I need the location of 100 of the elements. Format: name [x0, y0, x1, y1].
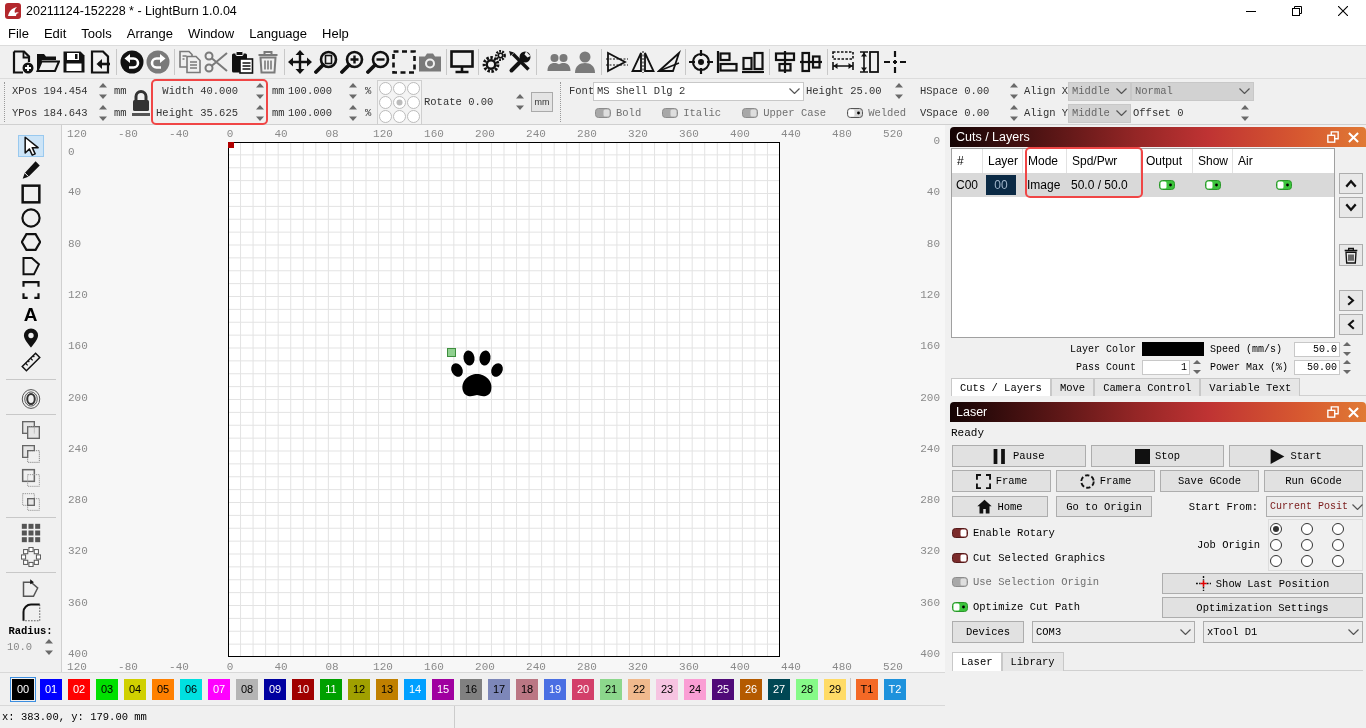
start-button[interactable]: Start: [1229, 445, 1363, 467]
crosshair-icon[interactable]: [689, 50, 713, 74]
layer-color-button[interactable]: 27: [768, 678, 790, 700]
layer-color-button[interactable]: 04: [124, 678, 146, 700]
radio-button[interactable]: [1332, 555, 1344, 567]
align-hcenter-icon[interactable]: [773, 50, 797, 74]
radio-button[interactable]: [1270, 555, 1282, 567]
pass-count-field[interactable]: 1: [1142, 359, 1190, 375]
frame-button[interactable]: Frame: [1056, 470, 1155, 492]
zoom-out-icon[interactable]: [366, 50, 390, 74]
monitor-icon[interactable]: [450, 50, 474, 74]
align-left-icon[interactable]: [715, 50, 739, 74]
clipboard-icon[interactable]: [230, 50, 254, 74]
layer-color-button[interactable]: 20: [572, 678, 594, 700]
layer-color-button[interactable]: 15: [432, 678, 454, 700]
panel-tab[interactable]: Move: [1050, 378, 1095, 396]
restore-icon[interactable]: [1292, 6, 1302, 16]
scale-field[interactable]: 100.000: [288, 107, 345, 119]
layer-color-button[interactable]: 24: [684, 678, 706, 700]
spin-arrows-icon[interactable]: [98, 105, 108, 121]
radio-button[interactable]: [1270, 523, 1282, 535]
radio-button[interactable]: [1270, 539, 1282, 551]
layer-color-button[interactable]: 05: [152, 678, 174, 700]
pointer-tool[interactable]: [17, 135, 44, 157]
spin-arrows-icon[interactable]: [348, 83, 358, 99]
frame-button[interactable]: Frame: [952, 470, 1051, 492]
chevron-left-button[interactable]: [1339, 314, 1363, 335]
float-icon[interactable]: [1327, 406, 1339, 418]
layer-color-button[interactable]: T1: [856, 678, 878, 700]
float-icon[interactable]: [1327, 131, 1339, 143]
layer-color-swatch[interactable]: [1142, 342, 1204, 356]
run-gcode-button[interactable]: Run GCode: [1264, 470, 1363, 492]
trash-button[interactable]: [1339, 244, 1363, 266]
home-button[interactable]: Home: [952, 496, 1048, 517]
size-field[interactable]: Height 35.625: [153, 107, 252, 119]
menu-item[interactable]: Window: [187, 26, 235, 41]
spin-arrows-icon[interactable]: [1192, 360, 1202, 374]
spin-arrows-icon[interactable]: [98, 83, 108, 99]
chevron-right-button[interactable]: [1339, 290, 1363, 311]
import-icon[interactable]: [88, 50, 112, 74]
text-height-field[interactable]: Height 25.00: [804, 85, 890, 97]
spacing-field[interactable]: HSpace 0.00: [908, 85, 1006, 97]
layer-color-button[interactable]: 29: [824, 678, 846, 700]
size-field[interactable]: Width 40.000: [153, 85, 252, 97]
skew-icon[interactable]: [657, 50, 681, 74]
layer-color-button[interactable]: 03: [96, 678, 118, 700]
go-to-origin-button[interactable]: Go to Origin: [1056, 496, 1152, 517]
panel-tab[interactable]: Library: [1001, 652, 1064, 671]
toggle-switch[interactable]: [1205, 180, 1221, 190]
distribute-v-icon[interactable]: [857, 50, 881, 74]
optimization-settings-button[interactable]: Optimization Settings: [1162, 597, 1363, 618]
spin-arrows-icon[interactable]: [1009, 105, 1019, 121]
panel-tab[interactable]: Cuts / Layers: [951, 378, 1051, 396]
handle-square-icon[interactable]: [447, 348, 456, 357]
layer-color-button[interactable]: 23: [656, 678, 678, 700]
font-dropdown[interactable]: MS Shell Dlg 2: [593, 81, 804, 101]
scissors-icon[interactable]: [204, 50, 228, 74]
radio-button[interactable]: [1332, 523, 1344, 535]
toggle-switch[interactable]: [1159, 180, 1175, 190]
person-icon[interactable]: [573, 50, 597, 74]
align-bottom-icon[interactable]: [741, 50, 765, 74]
layer-color-button[interactable]: 00: [10, 676, 36, 702]
align-vcenter-icon[interactable]: [799, 50, 823, 74]
new-file-icon[interactable]: [10, 50, 34, 74]
zoom-page-icon[interactable]: [314, 50, 338, 74]
trash-icon[interactable]: [256, 50, 280, 74]
panel-tab[interactable]: Variable Text: [1200, 378, 1301, 396]
speed-field[interactable]: 50.0: [1294, 341, 1340, 357]
toggle-switch[interactable]: [1275, 180, 1292, 190]
pause-button[interactable]: Pause: [952, 445, 1086, 467]
layer-color-button[interactable]: 18: [516, 678, 538, 700]
spin-arrows-icon[interactable]: [894, 83, 904, 99]
stop-button[interactable]: Stop: [1090, 445, 1225, 467]
layer-color-button[interactable]: 16: [460, 678, 482, 700]
radio-button[interactable]: [1301, 523, 1313, 535]
toggle-switch[interactable]: [952, 528, 968, 538]
menu-item[interactable]: Edit: [43, 26, 67, 41]
show-last-position-button[interactable]: Show Last Position: [1162, 573, 1363, 594]
devices-button[interactable]: Devices: [952, 621, 1024, 643]
spin-arrows-icon[interactable]: [1240, 105, 1250, 121]
move-arrows-icon[interactable]: [288, 50, 312, 74]
spin-arrows-icon[interactable]: [348, 105, 358, 121]
scale-field[interactable]: 100.000: [288, 85, 345, 97]
spin-arrows-icon[interactable]: [255, 83, 265, 99]
position-field[interactable]: YPos 184.643: [8, 107, 96, 119]
gears-icon[interactable]: [482, 50, 506, 74]
layer-color-button[interactable]: 17: [488, 678, 510, 700]
minimize-icon[interactable]: [1246, 10, 1256, 12]
menu-item[interactable]: Language: [249, 26, 308, 41]
close-icon[interactable]: [1338, 6, 1348, 16]
layer-row[interactable]: C00 00 Image 50.0 / 50.0: [952, 173, 1334, 197]
panel-tab[interactable]: Camera Control: [1094, 378, 1201, 396]
radio-button[interactable]: [1332, 539, 1344, 551]
layer-color-button[interactable]: 08: [236, 678, 258, 700]
chevron-up-button[interactable]: [1339, 173, 1363, 194]
layer-color-button[interactable]: 28: [796, 678, 818, 700]
spin-arrows-icon[interactable]: [515, 94, 525, 110]
layer-color-button[interactable]: 26: [740, 678, 762, 700]
layer-color-button[interactable]: 10: [292, 678, 314, 700]
device-dropdown[interactable]: xTool D1: [1203, 621, 1363, 643]
